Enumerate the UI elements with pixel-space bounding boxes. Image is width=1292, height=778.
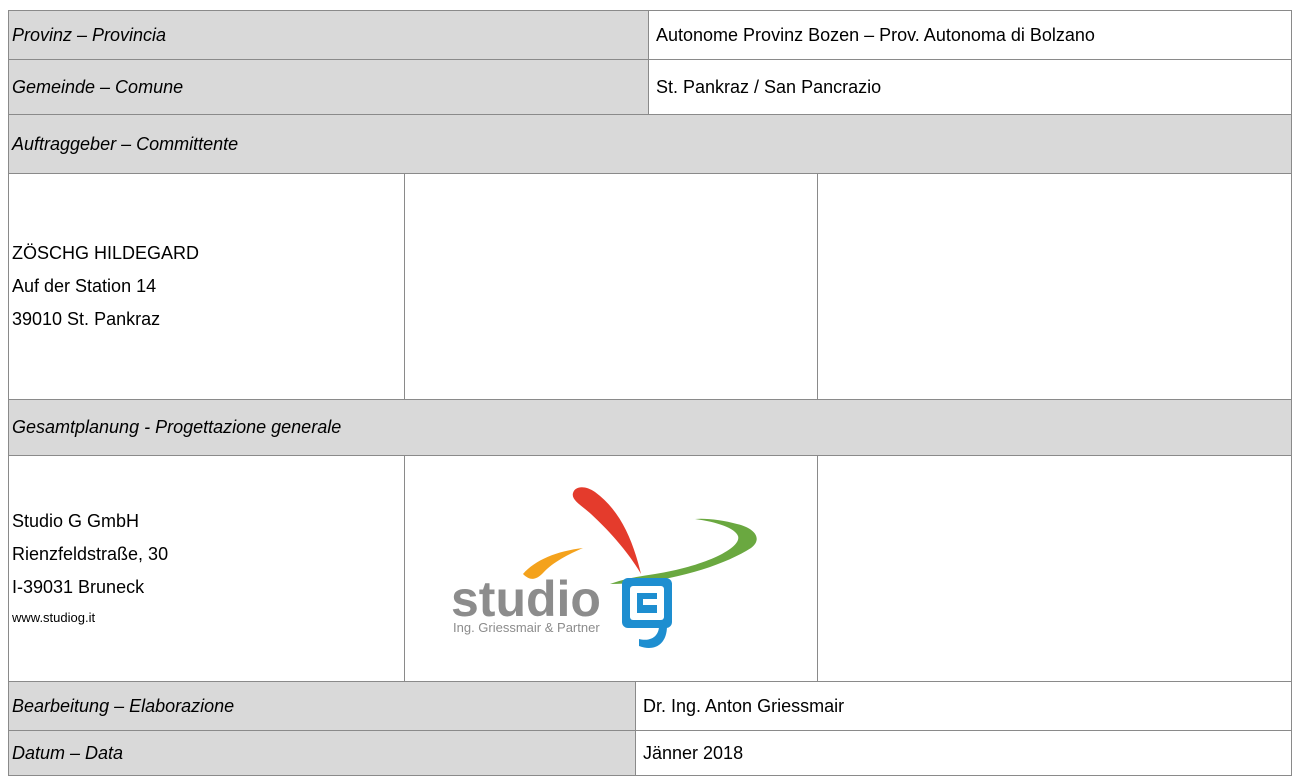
planner-website: www.studiog.it bbox=[12, 610, 96, 625]
province-label-cell: Provinz – Provincia bbox=[8, 10, 648, 59]
date-label: Datum – Data bbox=[12, 742, 124, 763]
province-row: Provinz – Provincia Autonome Provinz Boz… bbox=[8, 10, 1292, 59]
planning-details-row: Studio G GmbH Rienzfeldstraße, 30 I-3903… bbox=[8, 455, 1292, 681]
client-header-row: Auftraggeber – Committente bbox=[8, 114, 1292, 173]
planning-header: Gesamtplanung - Progettazione generale bbox=[12, 417, 342, 437]
date-value-cell: Jänner 2018 bbox=[635, 730, 1292, 775]
municipality-value: St. Pankraz / San Pancrazio bbox=[656, 76, 882, 97]
planning-header-cell: Gesamtplanung - Progettazione generale bbox=[8, 399, 1292, 455]
client-city: 39010 St. Pankraz bbox=[12, 309, 161, 329]
title-block-table: Provinz – Provincia Autonome Provinz Boz… bbox=[0, 0, 1292, 778]
processing-label-cell: Bearbeitung – Elaborazione bbox=[8, 681, 635, 730]
municipality-label-cell: Gemeinde – Comune bbox=[8, 59, 648, 114]
date-row: Datum – Data Jänner 2018 bbox=[8, 730, 1292, 775]
studio-g-logo: studio G Ing. Griessmair & Partner bbox=[451, 487, 757, 648]
logo-tagline: Ing. Griessmair & Partner bbox=[453, 620, 600, 635]
planner-city: I-39031 Bruneck bbox=[12, 577, 145, 597]
logo-blue-hook bbox=[639, 626, 667, 648]
planning-header-row: Gesamtplanung - Progettazione generale bbox=[8, 399, 1292, 455]
processing-value-cell: Dr. Ing. Anton Griessmair bbox=[635, 681, 1292, 730]
province-value-cell: Autonome Provinz Bozen – Prov. Autonoma … bbox=[648, 10, 1292, 59]
processing-value: Dr. Ing. Anton Griessmair bbox=[643, 695, 845, 716]
client-empty-cell-1 bbox=[404, 173, 817, 399]
client-street: Auf der Station 14 bbox=[12, 276, 157, 296]
planner-empty-cell bbox=[817, 455, 1292, 681]
date-label-cell: Datum – Data bbox=[8, 730, 635, 775]
municipality-row: Gemeinde – Comune St. Pankraz / San Panc… bbox=[8, 59, 1292, 114]
client-details-row: ZÖSCHG HILDEGARD Auf der Station 14 3901… bbox=[8, 173, 1292, 399]
processing-row: Bearbeitung – Elaborazione Dr. Ing. Anto… bbox=[8, 681, 1292, 730]
client-address-cell: ZÖSCHG HILDEGARD Auf der Station 14 3901… bbox=[8, 173, 404, 399]
planner-name: Studio G GmbH bbox=[12, 511, 140, 531]
logo-wordmark: studio bbox=[451, 571, 601, 627]
client-header: Auftraggeber – Committente bbox=[12, 133, 239, 154]
processing-label: Bearbeitung – Elaborazione bbox=[12, 695, 235, 716]
province-value: Autonome Provinz Bozen – Prov. Autonoma … bbox=[656, 24, 1095, 45]
municipality-label: Gemeinde – Comune bbox=[12, 76, 184, 97]
date-value: Jänner 2018 bbox=[643, 742, 744, 763]
logo-cell: studio G Ing. Griessmair & Partner bbox=[404, 455, 817, 681]
client-name: ZÖSCHG HILDEGARD bbox=[12, 243, 200, 263]
planner-street: Rienzfeldstraße, 30 bbox=[12, 544, 169, 564]
planner-address-cell: Studio G GmbH Rienzfeldstraße, 30 I-3903… bbox=[8, 455, 404, 681]
province-label: Provinz – Provincia bbox=[12, 24, 167, 45]
client-empty-cell-2 bbox=[817, 173, 1292, 399]
municipality-value-cell: St. Pankraz / San Pancrazio bbox=[648, 59, 1292, 114]
logo-red-swoosh bbox=[572, 487, 641, 574]
client-header-cell: Auftraggeber – Committente bbox=[8, 114, 1292, 173]
table-bottom-border bbox=[8, 775, 1292, 776]
